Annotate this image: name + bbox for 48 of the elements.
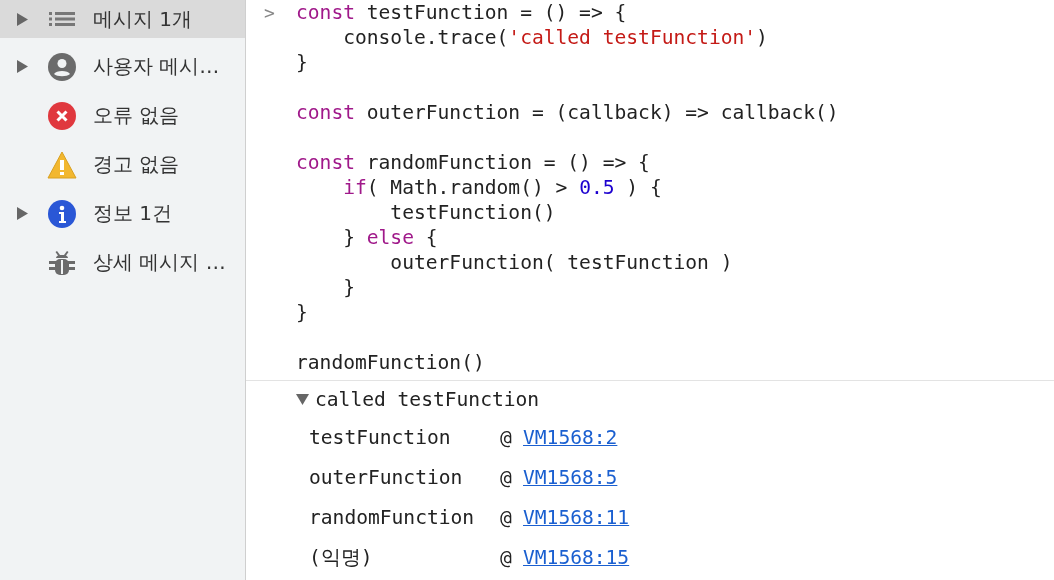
sidebar-item[interactable]: 경고 없음	[0, 140, 245, 189]
function-name: randomFunction	[309, 505, 476, 529]
sidebar-item[interactable]: 메시지 1개	[0, 0, 245, 38]
source-link[interactable]: VM1568:15	[523, 545, 630, 569]
user-icon	[48, 52, 76, 81]
expand-arrow-icon[interactable]	[17, 207, 28, 220]
at-sign: @	[500, 545, 513, 569]
sidebar-label: 오류 없음	[93, 102, 180, 129]
code-line: outerFunction( testFunction )	[389, 250, 733, 275]
sidebar-label: 메시지 1개	[93, 5, 193, 33]
code-line: } else {	[342, 225, 438, 250]
sidebar-label: 경고 없음	[93, 151, 180, 178]
info-icon	[48, 199, 76, 228]
code-line: const testFunction = () => {	[296, 0, 627, 25]
code-line: const outerFunction = (callback) => callback()	[296, 100, 839, 125]
sidebar-item[interactable]: 오류 없음	[0, 91, 245, 140]
sidebar-item[interactable]: 상세 메시지 …	[0, 238, 245, 287]
function-name: outerFunction	[309, 465, 464, 489]
code-line: const randomFunction = () => {	[296, 150, 650, 175]
code-line: testFunction()	[389, 200, 556, 225]
error-icon	[48, 101, 76, 130]
source-link[interactable]: VM1568:5	[523, 465, 618, 489]
sidebar-label: 정보 1건	[93, 200, 173, 227]
code-line: }	[342, 275, 355, 300]
sidebar-label: 사용자 메시…	[93, 53, 220, 80]
function-name: (익명)	[309, 544, 374, 571]
at-sign: @	[500, 505, 513, 529]
code-line: }	[296, 50, 308, 75]
collapse-triangle-icon[interactable]	[296, 393, 309, 405]
at-sign: @	[500, 465, 513, 489]
at-sign: @	[500, 425, 513, 449]
code-line: console.trace('called testFunction')	[342, 25, 768, 50]
sidebar-label: 상세 메시지 …	[93, 249, 226, 276]
prompt-icon: >	[264, 0, 296, 25]
bug-icon	[49, 248, 75, 277]
code-line: }	[296, 300, 308, 325]
sidebar-item[interactable]: 사용자 메시…	[0, 42, 245, 91]
list-icon	[49, 11, 75, 27]
source-link[interactable]: VM1568:11	[523, 505, 630, 529]
expand-arrow-icon[interactable]	[17, 60, 28, 73]
code-line: randomFunction()	[296, 350, 485, 375]
code-line: if( Math.random() > 0.5 ) {	[342, 175, 662, 200]
expand-arrow-icon[interactable]	[17, 12, 28, 26]
source-link[interactable]: VM1568:2	[523, 425, 618, 449]
trace-message: called testFunction	[315, 387, 540, 411]
sidebar-item[interactable]: 정보 1건	[0, 189, 245, 238]
warning-icon	[47, 150, 77, 179]
function-name: testFunction	[309, 425, 452, 449]
